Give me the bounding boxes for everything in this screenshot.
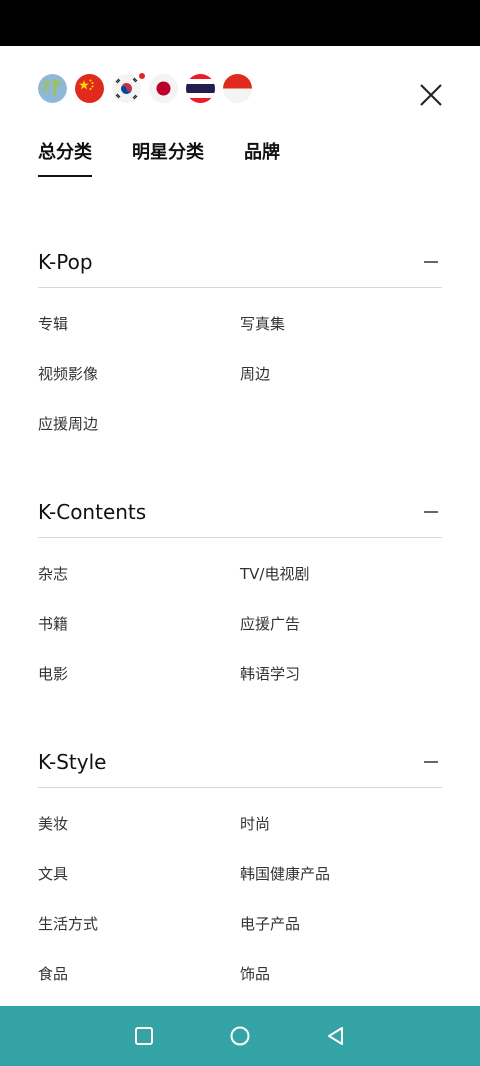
category-item[interactable]: 韩国健康产品 — [240, 848, 442, 898]
recent-apps-icon[interactable] — [132, 1024, 156, 1048]
section-k-pop: K-Pop 专辑 写真集 视频影像 周边 应援周边 — [38, 236, 442, 448]
section-k-contents: K-Contents 杂志 TV/电视剧 书籍 应援广告 电影 韩语学习 — [38, 486, 442, 698]
category-item[interactable]: 写真集 — [240, 298, 442, 348]
tab-brands[interactable]: 品牌 — [244, 140, 280, 177]
category-grid: 美妆 时尚 文具 韩国健康产品 生活方式 电子产品 食品 饰品 — [38, 788, 442, 998]
section-header[interactable]: K-Pop — [38, 236, 442, 288]
category-item[interactable]: 电子产品 — [240, 898, 442, 948]
category-item[interactable]: 应援周边 — [38, 398, 240, 448]
thailand-flag-icon[interactable] — [186, 74, 215, 103]
category-item[interactable]: 文具 — [38, 848, 240, 898]
category-grid: 专辑 写真集 视频影像 周边 应援周边 — [38, 288, 442, 448]
category-item[interactable]: 书籍 — [38, 598, 240, 648]
category-grid: 杂志 TV/电视剧 书籍 应援广告 电影 韩语学习 — [38, 538, 442, 698]
category-tabs: 总分类 明星分类 品牌 — [38, 140, 280, 177]
japan-flag-icon[interactable] — [149, 74, 178, 103]
category-item[interactable]: 食品 — [38, 948, 240, 998]
selected-language-indicator — [139, 73, 145, 79]
collapse-icon[interactable] — [424, 510, 438, 513]
category-item[interactable]: 时尚 — [240, 798, 442, 848]
tab-star-categories[interactable]: 明星分类 — [132, 140, 204, 177]
category-item[interactable]: 韩语学习 — [240, 648, 442, 698]
section-title: K-Contents — [38, 499, 147, 524]
collapse-icon[interactable] — [424, 760, 438, 763]
back-icon[interactable] — [324, 1024, 348, 1048]
category-item[interactable]: 视频影像 — [38, 348, 240, 398]
tab-all-categories[interactable]: 总分类 — [38, 140, 92, 177]
category-item[interactable]: 杂志 — [38, 548, 240, 598]
section-header[interactable]: K-Style — [38, 736, 442, 788]
collapse-icon[interactable] — [424, 260, 438, 263]
system-navigation-bar — [0, 1006, 480, 1066]
close-icon[interactable] — [418, 82, 444, 108]
home-icon[interactable] — [228, 1024, 252, 1048]
section-title: K-Pop — [38, 249, 93, 274]
category-item[interactable]: TV/电视剧 — [240, 548, 442, 598]
language-selector — [38, 73, 252, 104]
category-item[interactable]: 饰品 — [240, 948, 442, 998]
category-item[interactable]: 生活方式 — [38, 898, 240, 948]
category-item[interactable]: 应援广告 — [240, 598, 442, 648]
section-title: K-Style — [38, 749, 107, 774]
china-flag-icon[interactable] — [75, 74, 104, 103]
status-bar — [0, 0, 480, 46]
globe-icon[interactable] — [38, 74, 67, 103]
category-item[interactable]: 电影 — [38, 648, 240, 698]
section-header[interactable]: K-Contents — [38, 486, 442, 538]
indonesia-flag-icon[interactable] — [223, 74, 252, 103]
category-item[interactable]: 专辑 — [38, 298, 240, 348]
korea-flag-icon[interactable] — [112, 74, 141, 103]
category-item[interactable]: 美妆 — [38, 798, 240, 848]
category-item[interactable]: 周边 — [240, 348, 442, 398]
section-k-style: K-Style 美妆 时尚 文具 韩国健康产品 生活方式 电子产品 食品 饰品 — [38, 736, 442, 998]
